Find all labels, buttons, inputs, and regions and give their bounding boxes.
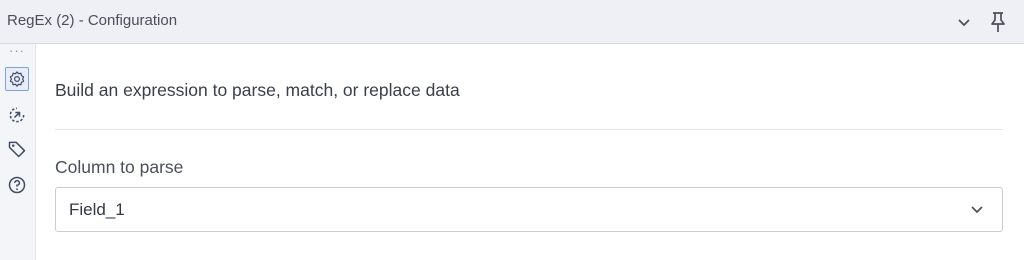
pin-icon[interactable] (986, 10, 1010, 34)
column-to-parse-value: Field_1 (69, 200, 125, 219)
tool-description: Build an expression to parse, match, or … (55, 80, 460, 100)
column-to-parse-select[interactable]: Field_1 (55, 187, 1003, 232)
input-output-icon[interactable] (5, 103, 29, 127)
chevron-down-icon[interactable] (952, 10, 976, 34)
section-divider (55, 129, 1003, 130)
panel-titlebar: RegEx (2) - Configuration (0, 0, 1024, 44)
more-dots-icon[interactable]: ··· (9, 44, 25, 57)
gear-icon[interactable] (5, 67, 29, 91)
help-icon[interactable] (5, 173, 29, 197)
config-sidebar: ··· (0, 44, 36, 260)
chevron-down-icon (966, 198, 988, 220)
column-to-parse-label: Column to parse (55, 157, 184, 177)
tag-icon[interactable] (5, 137, 29, 161)
panel-title: RegEx (2) - Configuration (7, 12, 178, 29)
